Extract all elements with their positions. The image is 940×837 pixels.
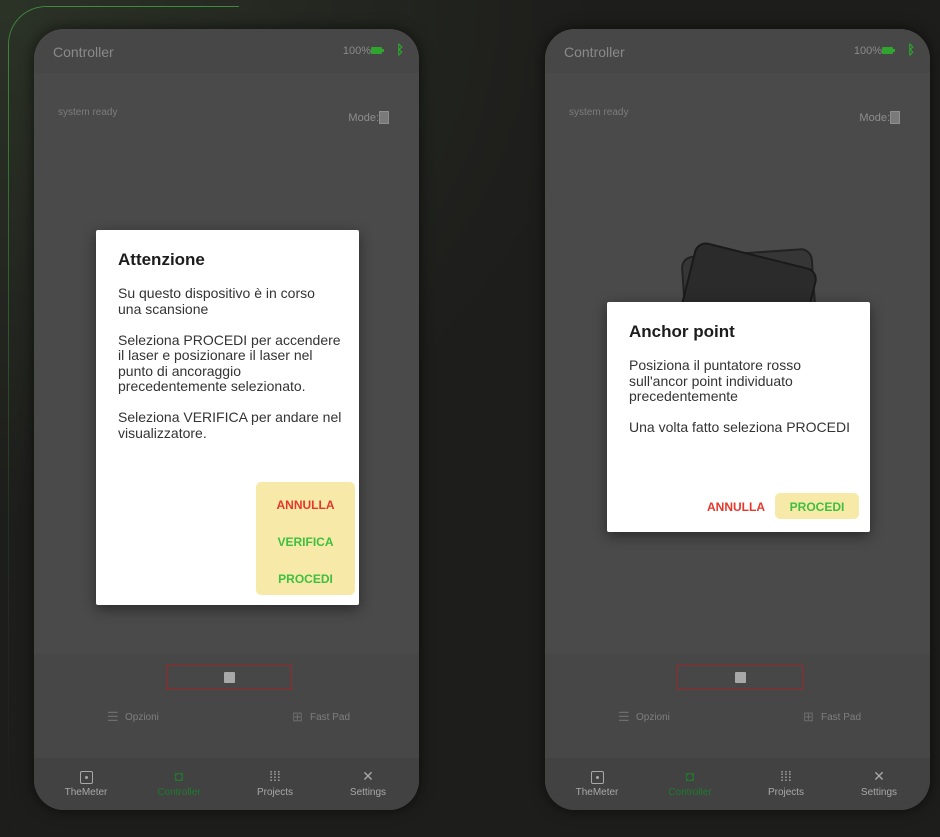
dialog-actions: ANNULLA VERIFICA PROCEDI bbox=[256, 482, 355, 595]
proceed-button[interactable]: PROCEDI bbox=[256, 572, 355, 586]
dialog-message: Su questo dispositivo è in corso una sca… bbox=[118, 285, 342, 441]
cancel-button[interactable]: ANNULLA bbox=[256, 498, 355, 512]
nav-item-controller[interactable]: ◘ Controller bbox=[645, 766, 735, 798]
dialog-title: Attenzione bbox=[118, 250, 205, 269]
gamepad-icon: ◘ bbox=[685, 768, 695, 784]
dialog-title: Anchor point bbox=[629, 322, 735, 341]
themeter-icon bbox=[552, 766, 642, 786]
grid-icon[interactable]: ⊞ bbox=[292, 709, 303, 725]
stop-icon bbox=[224, 672, 235, 683]
mode-label: Mode: bbox=[859, 112, 890, 124]
system-status: system ready bbox=[569, 107, 629, 118]
status-bar: Controller 100% ᛒ bbox=[34, 29, 419, 73]
app-title: Controller bbox=[564, 44, 625, 60]
control-panel: ☰ Opzioni ⊞ Fast Pad bbox=[545, 654, 930, 758]
tools-icon: ✕ bbox=[362, 768, 374, 784]
stop-icon bbox=[735, 672, 746, 683]
cancel-button[interactable]: ANNULLA bbox=[697, 500, 775, 514]
options-button[interactable]: Opzioni bbox=[636, 712, 670, 723]
control-panel: ☰ Opzioni ⊞ Fast Pad bbox=[34, 654, 419, 758]
nav-item-settings[interactable]: ✕ Settings bbox=[323, 766, 413, 798]
fast-pad-button[interactable]: Fast Pad bbox=[821, 712, 861, 723]
nav-label: Projects bbox=[767, 787, 805, 798]
sliders-icon[interactable]: ☰ bbox=[618, 709, 630, 725]
stop-button[interactable] bbox=[166, 665, 292, 690]
nav-label: TheMeter bbox=[575, 787, 619, 798]
tools-icon: ✕ bbox=[873, 768, 885, 784]
attention-dialog: Attenzione Su questo dispositivo è in co… bbox=[96, 230, 359, 605]
bluetooth-icon[interactable]: ᛒ bbox=[396, 42, 404, 57]
dialog-message: Posiziona il puntatore rosso sull'ancor … bbox=[629, 357, 850, 435]
fast-pad-button[interactable]: Fast Pad bbox=[310, 712, 350, 723]
proceed-button[interactable]: PROCEDI bbox=[775, 493, 859, 519]
battery-icon bbox=[371, 47, 384, 54]
nav-label: Settings bbox=[349, 787, 387, 798]
nav-label: Settings bbox=[860, 787, 898, 798]
bottom-nav: TheMeter ◘ Controller ⁞⁞⁞ Projects ✕ Set… bbox=[545, 758, 930, 810]
themeter-icon bbox=[41, 766, 131, 786]
nav-item-controller[interactable]: ◘ Controller bbox=[134, 766, 224, 798]
options-button[interactable]: Opzioni bbox=[125, 712, 159, 723]
nav-label: Projects bbox=[256, 787, 294, 798]
nav-item-themeter[interactable]: TheMeter bbox=[552, 766, 642, 798]
mode-label: Mode: bbox=[348, 112, 379, 124]
app-title: Controller bbox=[53, 44, 114, 60]
nav-item-projects[interactable]: ⁞⁞⁞ Projects bbox=[741, 766, 831, 798]
sliders-icon[interactable]: ☰ bbox=[107, 709, 119, 725]
nav-label: Controller bbox=[157, 787, 201, 798]
system-status: system ready bbox=[58, 107, 118, 118]
device-icon[interactable] bbox=[379, 111, 389, 124]
battery-level: 100% bbox=[853, 45, 882, 57]
gamepad-icon: ◘ bbox=[174, 768, 184, 784]
nav-item-themeter[interactable]: TheMeter bbox=[41, 766, 131, 798]
bottom-nav: TheMeter ◘ Controller ⁞⁞⁞ Projects ✕ Set… bbox=[34, 758, 419, 810]
dots-grid-icon: ⁞⁞⁞ bbox=[780, 768, 792, 784]
anchor-point-dialog: Anchor point Posiziona il puntatore ross… bbox=[607, 302, 870, 532]
nav-item-projects[interactable]: ⁞⁞⁞ Projects bbox=[230, 766, 320, 798]
status-bar: Controller 100% ᛒ bbox=[545, 29, 930, 73]
verify-button[interactable]: VERIFICA bbox=[256, 535, 355, 549]
grid-icon[interactable]: ⊞ bbox=[803, 709, 814, 725]
dots-grid-icon: ⁞⁞⁞ bbox=[269, 768, 281, 784]
nav-label: Controller bbox=[668, 787, 712, 798]
proceed-label: PROCEDI bbox=[789, 500, 845, 514]
bluetooth-icon[interactable]: ᛒ bbox=[907, 42, 915, 57]
device-icon[interactable] bbox=[890, 111, 900, 124]
battery-level: 100% bbox=[342, 45, 371, 57]
stop-button[interactable] bbox=[677, 665, 803, 690]
battery-icon bbox=[882, 47, 895, 54]
nav-label: TheMeter bbox=[64, 787, 108, 798]
nav-item-settings[interactable]: ✕ Settings bbox=[834, 766, 924, 798]
